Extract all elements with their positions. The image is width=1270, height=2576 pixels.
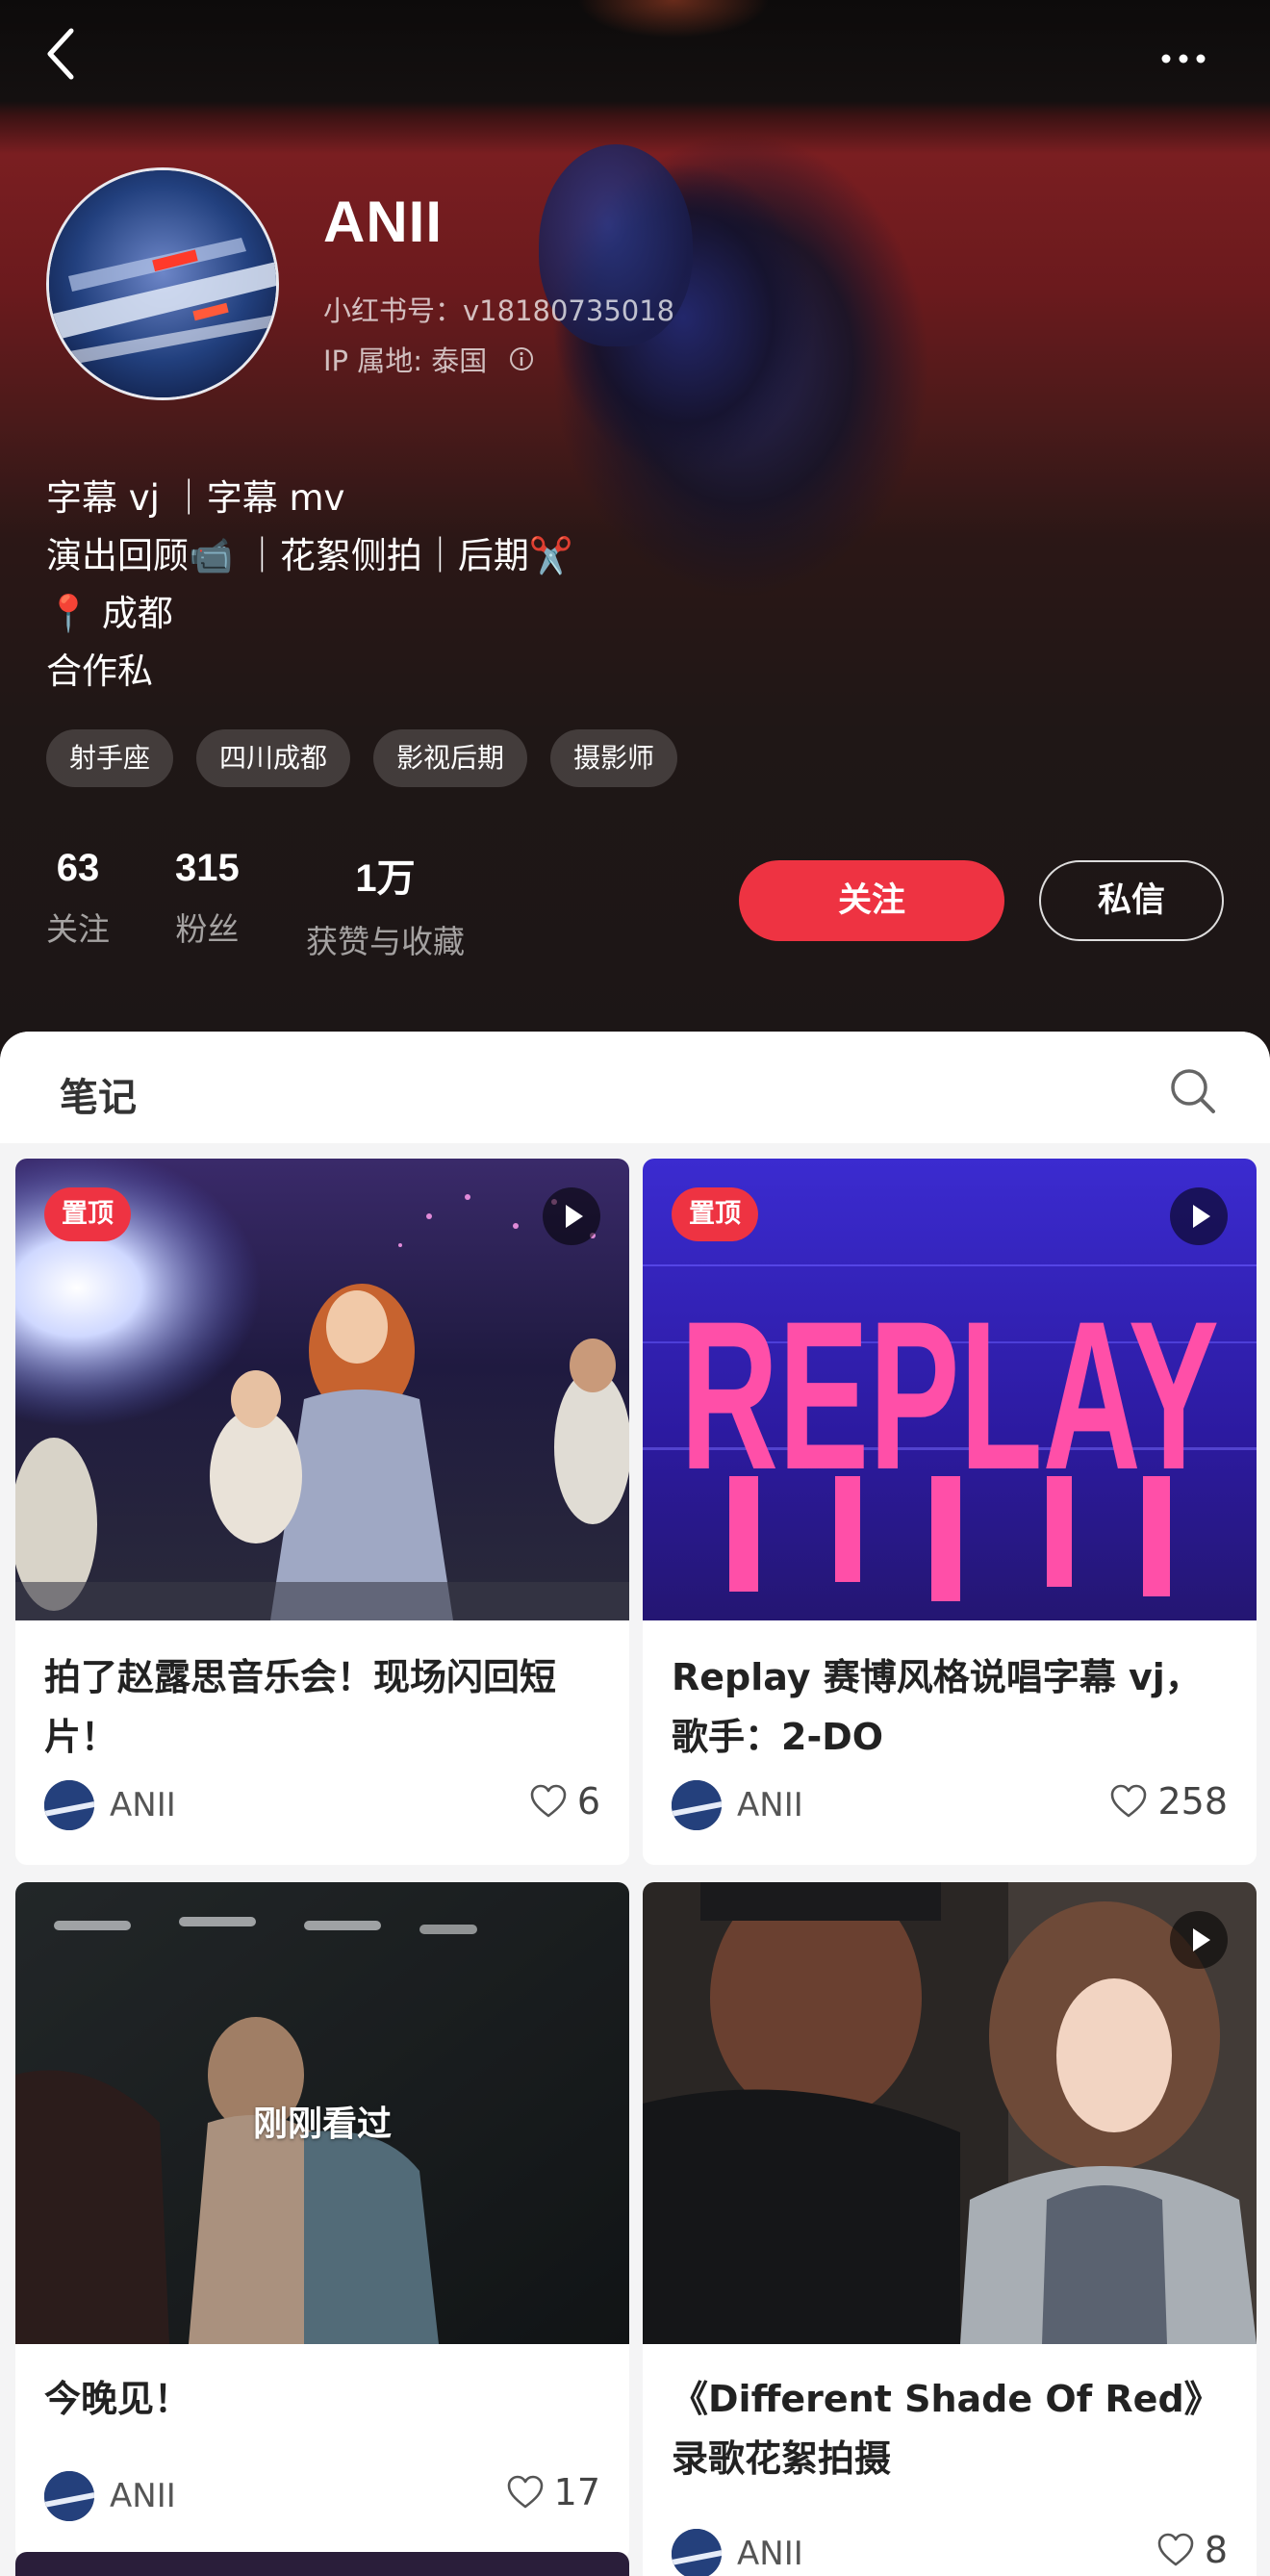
search-icon	[1171, 1069, 1215, 1113]
note-title: 《Different Shade Of Red》录歌花絮拍摄	[672, 2378, 1221, 2480]
stat-following[interactable]: 63 关注	[46, 847, 110, 950]
note-thumbnail	[643, 1882, 1257, 2344]
note-author[interactable]: ANII	[44, 2471, 176, 2521]
back-arrow-icon	[47, 28, 74, 80]
note-card[interactable]	[15, 2552, 629, 2576]
bio-line: 演出回顾📹 ｜花絮侧拍｜后期✂️	[46, 535, 573, 576]
like-count: 6	[576, 1780, 600, 1823]
pinned-badge: 置顶	[44, 1187, 131, 1241]
profile-header: ANII 小红书号：v18180735018 IP 属地: 泰国 字幕 vj ｜…	[0, 0, 1270, 1068]
note-card[interactable]: 刚刚看过 今晚见！ ANII 17	[15, 1882, 629, 2560]
stat-likes-collects-label: 获赞与收藏	[306, 923, 465, 960]
more-dots-icon	[1161, 54, 1206, 64]
more-button[interactable]	[1145, 35, 1222, 83]
back-button[interactable]	[42, 25, 100, 102]
notes-search-button[interactable]	[1168, 1066, 1218, 1116]
nickname: ANII	[323, 190, 443, 254]
heart-icon	[530, 1784, 567, 1818]
tag-photographer[interactable]: 摄影师	[550, 729, 678, 787]
play-icon	[1170, 1187, 1228, 1245]
note-title: 今晚见！	[44, 2378, 191, 2420]
like-count: 17	[553, 2471, 600, 2513]
bio-line: 📍 成都	[46, 593, 173, 634]
red-id: 小红书号：v18180735018	[323, 294, 675, 327]
play-icon	[543, 1187, 600, 1245]
note-author[interactable]: ANII	[672, 2529, 803, 2576]
stat-likes-collects-count: 1万	[355, 857, 416, 900]
like-button[interactable]: 6	[529, 1780, 600, 1823]
ip-location-text: IP 属地: 泰国	[323, 344, 488, 377]
note-thumbnail: 刚刚看过	[15, 1882, 629, 2344]
stat-followers-label: 粉丝	[175, 910, 240, 948]
follow-button[interactable]: 关注	[739, 860, 1004, 941]
heart-icon	[507, 2475, 543, 2509]
notes-header: 笔记	[0, 1032, 1270, 1143]
stat-following-label: 关注	[46, 910, 110, 948]
note-author[interactable]: ANII	[44, 1780, 176, 1830]
author-avatar	[44, 1780, 94, 1830]
bio: 字幕 vj ｜字幕 mv 演出回顾📹 ｜花絮侧拍｜后期✂️ 📍 成都 合作私	[46, 470, 573, 701]
stat-following-count: 63	[56, 847, 100, 889]
note-card[interactable]: REPLAY 置顶 Replay 赛博风格说唱字幕 vj，歌手：2-DO ANI…	[643, 1159, 1257, 1865]
like-button[interactable]: 17	[506, 2471, 600, 2513]
author-name: ANII	[737, 2535, 803, 2573]
notes-tab[interactable]: 笔记	[60, 1066, 137, 1122]
recently-viewed-overlay: 刚刚看过	[252, 2104, 392, 2144]
stat-followers-count: 315	[175, 847, 240, 889]
author-avatar	[672, 1780, 722, 1830]
note-title: 拍了赵露思音乐会！现场闪回短片！	[44, 1656, 557, 1758]
note-author[interactable]: ANII	[672, 1780, 803, 1830]
bio-line: 合作私	[46, 650, 153, 692]
like-count: 258	[1157, 1780, 1228, 1823]
like-count: 8	[1204, 2529, 1228, 2571]
author-name: ANII	[737, 1786, 803, 1824]
avatar[interactable]	[46, 167, 279, 400]
stat-likes-collects[interactable]: 1万 获赞与收藏	[306, 847, 465, 962]
pinned-badge: 置顶	[672, 1187, 758, 1241]
tag-zodiac[interactable]: 射手座	[46, 729, 174, 787]
like-button[interactable]: 8	[1156, 2529, 1228, 2571]
note-thumbnail: 置顶	[15, 1159, 629, 1620]
heart-icon	[1111, 1784, 1147, 1818]
play-icon	[1170, 1911, 1228, 1969]
profile-tags: 射手座 四川成都 影视后期 摄影师	[46, 729, 678, 787]
stat-followers[interactable]: 315 粉丝	[175, 847, 240, 950]
like-button[interactable]: 258	[1109, 1780, 1228, 1823]
author-avatar	[672, 2529, 722, 2576]
note-card[interactable]: 《Different Shade Of Red》录歌花絮拍摄 ANII 8	[643, 1882, 1257, 2576]
notes-panel: 笔记 置顶 拍了赵露思音乐会！现场闪回短片！ ANII 6 REPLAY 置顶 …	[0, 1032, 1270, 2576]
heart-icon	[1157, 2533, 1194, 2566]
tag-profession[interactable]: 影视后期	[373, 729, 528, 787]
author-avatar	[44, 2471, 94, 2521]
note-title: Replay 赛博风格说唱字幕 vj，歌手：2-DO	[672, 1656, 1202, 1758]
avatar-image	[49, 170, 276, 397]
bio-line: 字幕 vj ｜字幕 mv	[46, 477, 345, 519]
info-icon[interactable]	[508, 345, 535, 372]
note-thumbnail: REPLAY 置顶	[643, 1159, 1257, 1620]
author-name: ANII	[110, 2477, 176, 2515]
tag-location[interactable]: 四川成都	[196, 729, 351, 787]
ip-location: IP 属地: 泰国	[323, 339, 535, 379]
author-name: ANII	[110, 1786, 176, 1824]
note-card[interactable]: 置顶 拍了赵露思音乐会！现场闪回短片！ ANII 6	[15, 1159, 629, 1865]
message-button[interactable]: 私信	[1039, 860, 1224, 941]
header-background-glow	[577, 0, 770, 38]
